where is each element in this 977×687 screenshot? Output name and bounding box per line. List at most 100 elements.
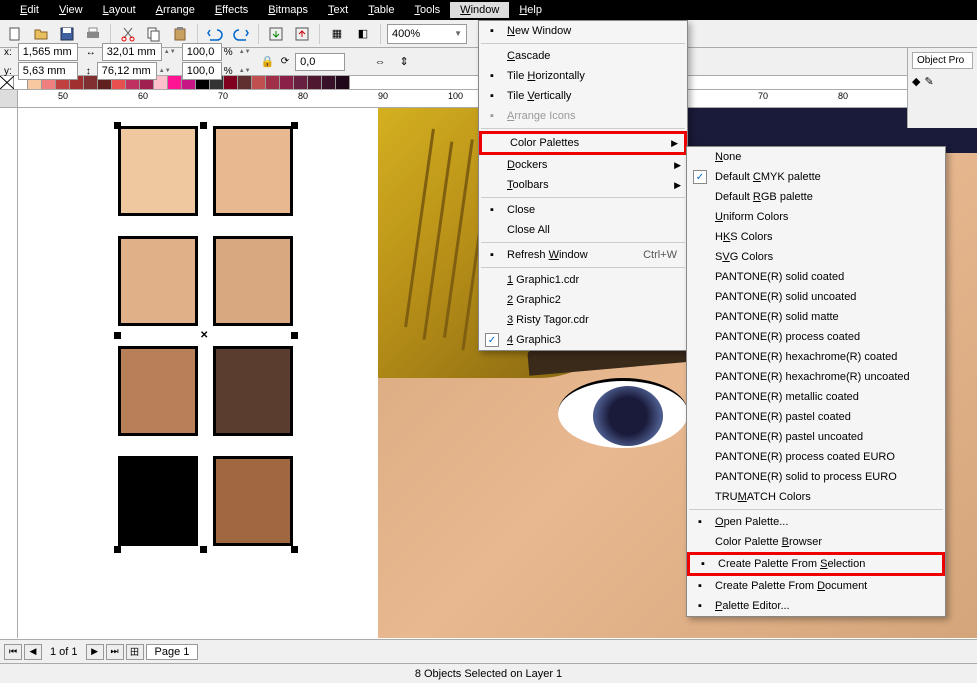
palette-swatch[interactable] [266,76,280,89]
last-page-icon[interactable]: ⏭ [106,644,124,660]
menu-help[interactable]: Help [509,2,552,18]
width-field[interactable]: 32,01 mm [102,43,162,61]
menu-edit[interactable]: Edit [10,2,49,18]
no-fill-swatch[interactable] [0,76,14,89]
spin-icon[interactable]: ▲▼ [239,49,249,56]
menu-text[interactable]: Text [318,2,358,18]
menu-item[interactable]: ▪Tile Horizontally [479,66,687,86]
x-position[interactable]: 1,565 mm [18,43,78,61]
palette-swatch[interactable] [308,76,322,89]
page-tab[interactable]: Page 1 [146,644,199,660]
menu-item[interactable]: PANTONE(R) process coated EURO [687,447,945,467]
first-page-icon[interactable]: ⏮ [4,644,22,660]
menu-arrange[interactable]: Arrange [146,2,205,18]
spin-icon[interactable]: ▲▼ [239,68,249,75]
palette-swatch[interactable] [336,76,350,89]
pen-tool-icon[interactable]: ✎ [924,75,933,88]
menu-tools[interactable]: Tools [404,2,450,18]
menu-item[interactable]: ▪Create Palette From Selection [687,552,945,576]
app-launcher-icon[interactable]: ▦ [326,23,348,45]
save-icon[interactable] [56,23,78,45]
menu-item[interactable]: ▪Refresh WindowCtrl+W [479,245,687,265]
palette-swatch[interactable] [252,76,266,89]
prev-page-icon[interactable]: ◀ [24,644,42,660]
menu-item[interactable]: Color Palettes▶ [479,131,687,155]
print-icon[interactable] [82,23,104,45]
menu-item[interactable]: PANTONE(R) metallic coated [687,387,945,407]
menu-item[interactable]: PANTONE(R) solid uncoated [687,287,945,307]
object-properties-tab[interactable]: Object Pro [912,52,973,69]
scale-x-field[interactable]: 100,0 [182,43,222,61]
menu-window[interactable]: Window [450,2,509,18]
rotation-field[interactable]: 0,0 [295,53,345,71]
spin-icon[interactable]: ▲▼ [159,68,169,75]
menu-item[interactable]: TRUMATCH Colors [687,487,945,507]
menu-item[interactable]: ▪Close [479,200,687,220]
menu-item[interactable]: Color Palette Browser [687,532,945,552]
lock-ratio-icon[interactable]: 🔒 [257,51,279,73]
redo-icon[interactable] [230,23,252,45]
menu-item[interactable]: SVG Colors [687,247,945,267]
zoom-level[interactable]: 400%▼ [387,24,467,44]
menu-table[interactable]: Table [358,2,404,18]
menu-item[interactable]: PANTONE(R) pastel uncoated [687,427,945,447]
color-swatch[interactable] [118,456,198,546]
menu-item[interactable]: PANTONE(R) hexachrome(R) uncoated [687,367,945,387]
cut-icon[interactable] [117,23,139,45]
menu-item[interactable]: PANTONE(R) process coated [687,327,945,347]
color-swatch[interactable] [213,236,293,326]
palette-swatch[interactable] [322,76,336,89]
menu-item[interactable]: ▪Create Palette From Document [687,576,945,596]
menu-item[interactable]: 1 Graphic1.cdr [479,270,687,290]
menu-item[interactable]: PANTONE(R) solid to process EURO [687,467,945,487]
open-icon[interactable] [30,23,52,45]
menu-item[interactable]: PANTONE(R) solid coated [687,267,945,287]
color-swatch[interactable] [213,346,293,436]
menu-item[interactable]: ▪New Window [479,21,687,41]
menu-item[interactable]: ▪Open Palette... [687,512,945,532]
menu-item[interactable]: PANTONE(R) hexachrome(R) coated [687,347,945,367]
menu-item[interactable]: ▪Tile Vertically [479,86,687,106]
welcome-icon[interactable]: ◧ [352,23,374,45]
menu-item[interactable]: Close All [479,220,687,240]
mirror-v-icon[interactable]: ⇕ [393,51,415,73]
menu-item[interactable]: Toolbars▶ [479,175,687,195]
fill-tool-icon[interactable]: ◆ [912,75,920,88]
menu-item[interactable]: Dockers▶ [479,155,687,175]
menu-item[interactable]: 3 Risty Tagor.cdr [479,310,687,330]
paste-icon[interactable] [169,23,191,45]
import-icon[interactable] [265,23,287,45]
color-swatch[interactable] [213,126,293,216]
menu-item[interactable]: Cascade [479,46,687,66]
scale-y-field[interactable]: 100,0 [182,62,222,80]
copy-icon[interactable] [143,23,165,45]
palette-swatch[interactable] [294,76,308,89]
menu-item[interactable]: None [687,147,945,167]
menu-item[interactable]: ✓Default CMYK palette [687,167,945,187]
export-icon[interactable] [291,23,313,45]
palette-swatch[interactable] [280,76,294,89]
y-position[interactable]: 5,63 mm [18,62,78,80]
menu-item[interactable]: ▪Palette Editor... [687,596,945,616]
menu-item[interactable]: PANTONE(R) pastel coated [687,407,945,427]
mirror-h-icon[interactable]: ⇔ [369,51,391,73]
menu-item[interactable]: HKS Colors [687,227,945,247]
next-page-icon[interactable]: ▶ [86,644,104,660]
color-swatch[interactable] [118,236,198,326]
spin-icon[interactable]: ▲▼ [164,49,174,56]
menu-view[interactable]: View [49,2,93,18]
new-icon[interactable] [4,23,26,45]
color-swatch[interactable] [118,346,198,436]
height-field[interactable]: 76,12 mm [97,62,157,80]
menu-item[interactable]: Default RGB palette [687,187,945,207]
menu-item[interactable]: PANTONE(R) solid matte [687,307,945,327]
menu-item[interactable]: 2 Graphic2 [479,290,687,310]
menu-effects[interactable]: Effects [205,2,258,18]
menu-bitmaps[interactable]: Bitmaps [258,2,318,18]
color-swatch[interactable] [118,126,198,216]
menu-item[interactable]: Uniform Colors [687,207,945,227]
undo-icon[interactable] [204,23,226,45]
menu-layout[interactable]: Layout [93,2,146,18]
color-swatch[interactable] [213,456,293,546]
menu-item[interactable]: ✓4 Graphic3 [479,330,687,350]
